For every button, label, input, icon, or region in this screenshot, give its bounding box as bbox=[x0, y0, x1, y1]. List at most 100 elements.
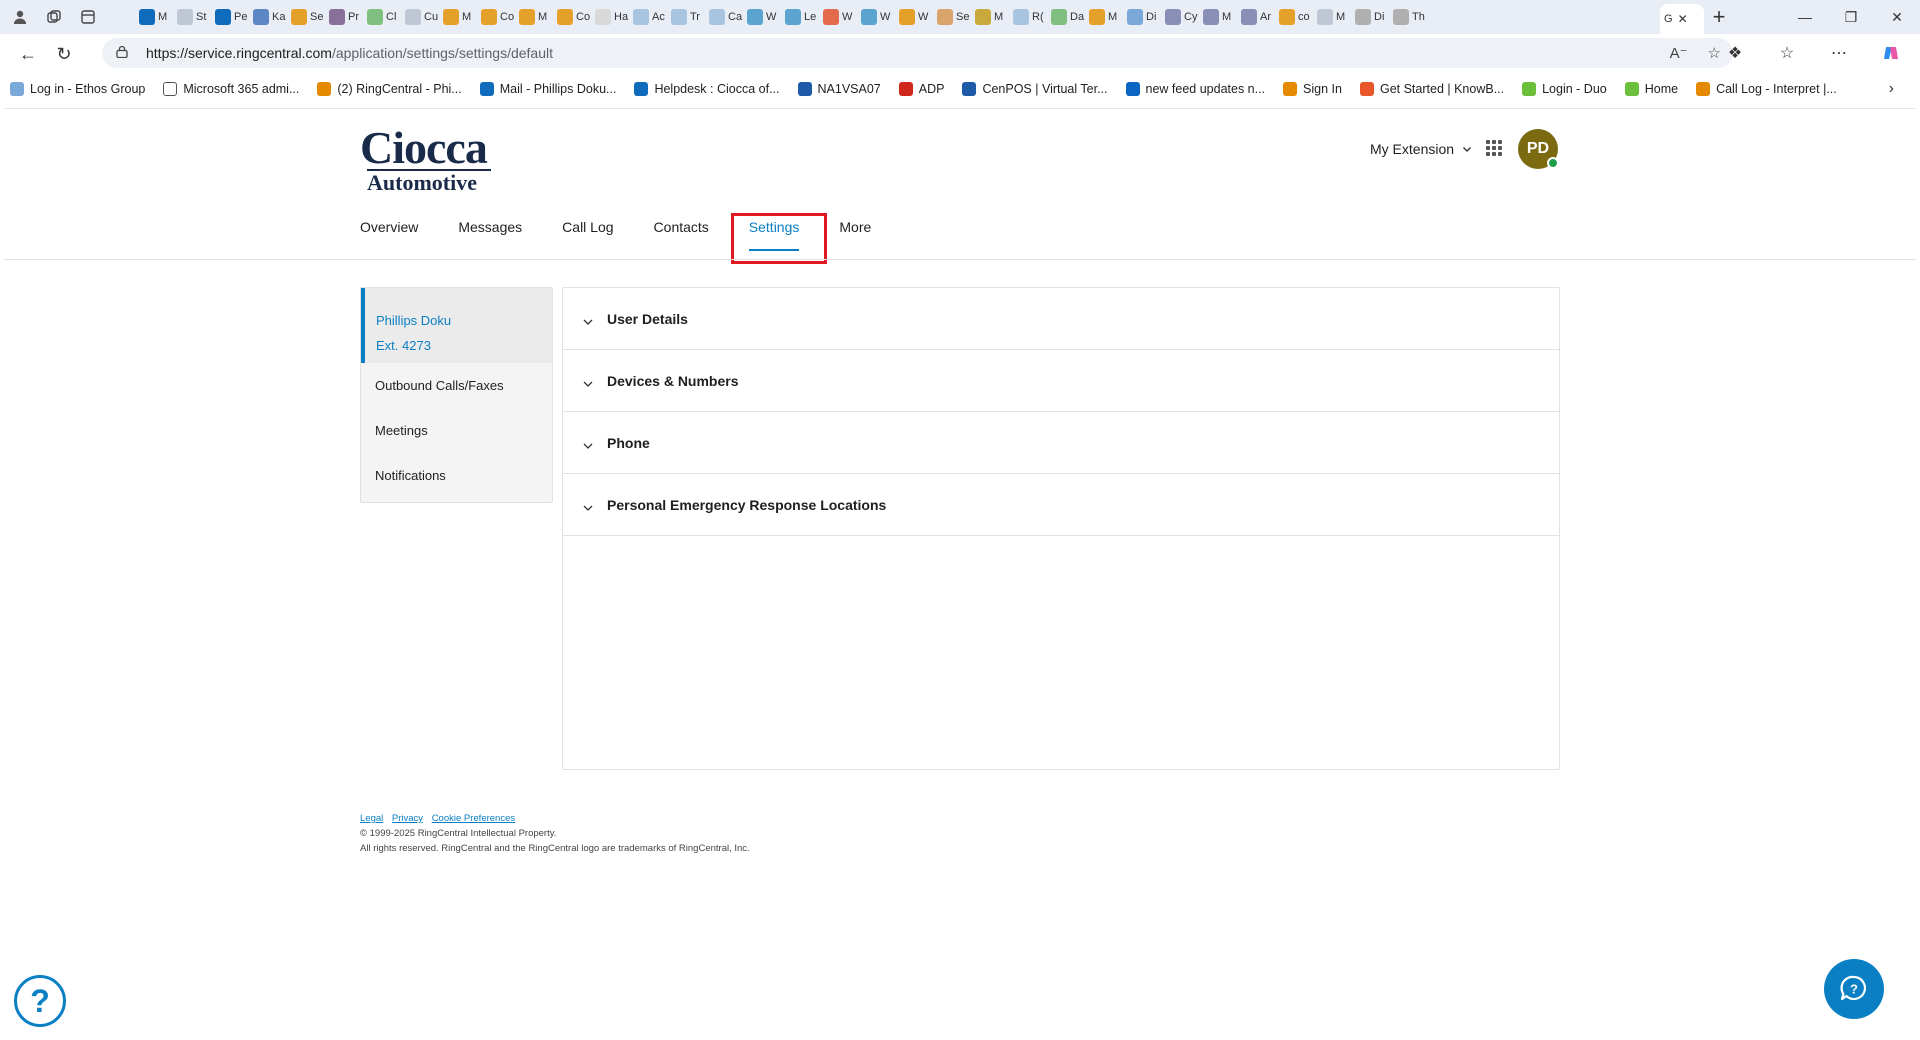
browser-tab[interactable]: Ka bbox=[249, 4, 287, 30]
nav-tab-messages[interactable]: Messages bbox=[458, 219, 522, 259]
nav-tab-contacts[interactable]: Contacts bbox=[654, 219, 709, 259]
minimize-icon[interactable]: — bbox=[1782, 0, 1828, 34]
tab-favicon-icon bbox=[481, 9, 497, 25]
browser-tab[interactable]: co bbox=[1275, 4, 1313, 30]
browser-tab[interactable]: W bbox=[895, 4, 933, 30]
favorites-icon[interactable]: ☆ bbox=[1772, 38, 1802, 68]
browser-tab[interactable]: Ca bbox=[705, 4, 743, 30]
more-menu-icon[interactable]: ⋯ bbox=[1824, 38, 1854, 68]
bookmark-item[interactable]: Log in - Ethos Group bbox=[10, 82, 145, 96]
browser-tab[interactable]: Pe bbox=[211, 4, 249, 30]
sidebar-item-outbound-calls[interactable]: Outbound Calls/Faxes bbox=[361, 363, 552, 408]
browser-tab[interactable]: Cl bbox=[363, 4, 401, 30]
browser-tab[interactable]: Th bbox=[1389, 4, 1427, 30]
browser-tab[interactable]: M bbox=[1085, 4, 1123, 30]
vertical-tabs-icon[interactable] bbox=[78, 7, 98, 27]
browser-tab[interactable]: Cu bbox=[401, 4, 439, 30]
tab-favicon-icon bbox=[785, 9, 801, 25]
tab-title: Pe bbox=[234, 11, 248, 23]
new-tab-button[interactable]: + bbox=[1704, 2, 1734, 32]
browser-tab[interactable]: Co bbox=[477, 4, 515, 30]
bookmark-item[interactable]: CenPOS | Virtual Ter... bbox=[962, 82, 1108, 96]
bookmark-item[interactable]: Get Started | KnowB... bbox=[1359, 82, 1504, 96]
browser-tab[interactable]: Se bbox=[287, 4, 325, 30]
bookmark-label: Helpdesk : Ciocca of... bbox=[654, 82, 780, 96]
legal-link[interactable]: Legal bbox=[360, 813, 383, 824]
section-user-details[interactable]: User Details bbox=[563, 288, 1559, 350]
bookmark-item[interactable]: ADP bbox=[898, 82, 944, 96]
browser-tab[interactable]: R( bbox=[1009, 4, 1047, 30]
sidebar-item-user[interactable]: Phillips Doku Ext. 4273 bbox=[361, 288, 552, 363]
browser-tab[interactable]: W bbox=[743, 4, 781, 30]
bookmark-item[interactable]: Mail - Phillips Doku... bbox=[479, 82, 616, 96]
bookmark-item[interactable]: new feed updates n... bbox=[1125, 82, 1265, 96]
read-aloud-icon[interactable]: A⁻ bbox=[1670, 44, 1688, 62]
chat-support-button[interactable]: ? bbox=[1824, 959, 1884, 1019]
browser-tab[interactable]: Co bbox=[553, 4, 591, 30]
browser-tab[interactable]: M bbox=[135, 4, 173, 30]
profile-icon[interactable] bbox=[10, 7, 30, 27]
browser-tab[interactable]: Tr bbox=[667, 4, 705, 30]
browser-tab[interactable]: Ha bbox=[591, 4, 629, 30]
tab-title: Ka bbox=[272, 11, 286, 23]
browser-tab[interactable]: M bbox=[1313, 4, 1351, 30]
browser-tab[interactable]: Di bbox=[1351, 4, 1389, 30]
nav-tab-overview[interactable]: Overview bbox=[360, 219, 418, 259]
avatar[interactable]: PD bbox=[1518, 129, 1559, 169]
svg-text:?: ? bbox=[1850, 982, 1858, 997]
browser-tab[interactable]: Da bbox=[1047, 4, 1085, 30]
nav-tab-call-log[interactable]: Call Log bbox=[562, 219, 613, 259]
privacy-link[interactable]: Privacy bbox=[392, 813, 423, 824]
company-logo[interactable]: Ciocca Automotive bbox=[360, 125, 495, 195]
sidebar-item-notifications[interactable]: Notifications bbox=[361, 453, 552, 498]
browser-tab[interactable]: Ac bbox=[629, 4, 667, 30]
bookmark-item[interactable]: Microsoft 365 admi... bbox=[163, 82, 299, 96]
browser-tab[interactable]: Le bbox=[781, 4, 819, 30]
browser-tab[interactable]: Cy bbox=[1161, 4, 1199, 30]
app-launcher-icon[interactable] bbox=[1486, 140, 1502, 156]
section-emergency-locations[interactable]: Personal Emergency Response Locations bbox=[563, 474, 1559, 536]
site-info-icon[interactable] bbox=[116, 45, 130, 61]
tab-title: Cy bbox=[1184, 11, 1198, 23]
browser-tab[interactable]: Ar bbox=[1237, 4, 1275, 30]
bookmark-item[interactable]: Call Log - Interpret |... bbox=[1696, 82, 1837, 96]
browser-tab[interactable]: W bbox=[819, 4, 857, 30]
chevron-down-icon bbox=[583, 376, 593, 387]
url-field[interactable]: https://service.ringcentral.com/applicat… bbox=[102, 38, 1733, 68]
extensions-icon[interactable]: ❖ bbox=[1720, 38, 1750, 68]
help-icon[interactable]: ? bbox=[14, 975, 66, 1027]
close-tab-icon[interactable]: ✕ bbox=[1678, 12, 1688, 26]
browser-tab[interactable]: Di bbox=[1123, 4, 1161, 30]
bookmark-item[interactable]: Login - Duo bbox=[1522, 82, 1607, 96]
bookmark-item[interactable]: Helpdesk : Ciocca of... bbox=[634, 82, 780, 96]
restore-icon[interactable]: ❐ bbox=[1828, 0, 1874, 34]
my-extension-menu[interactable]: My Extension bbox=[1370, 141, 1472, 157]
bookmark-item[interactable]: NA1VSA07 bbox=[797, 82, 881, 96]
close-window-icon[interactable]: ✕ bbox=[1874, 0, 1920, 34]
active-tab[interactable]: G ✕ bbox=[1660, 4, 1704, 34]
browser-tab[interactable]: M bbox=[971, 4, 1009, 30]
copilot-icon[interactable] bbox=[1876, 38, 1906, 68]
bookmark-item[interactable]: Home bbox=[1624, 82, 1678, 96]
cookie-preferences-link[interactable]: Cookie Preferences bbox=[432, 813, 515, 824]
nav-tab-more[interactable]: More bbox=[839, 219, 871, 259]
section-devices-numbers[interactable]: Devices & Numbers bbox=[563, 350, 1559, 412]
sidebar-item-meetings[interactable]: Meetings bbox=[361, 408, 552, 453]
browser-tab[interactable]: M bbox=[439, 4, 477, 30]
refresh-icon[interactable]: ↻ bbox=[46, 36, 82, 72]
bookmark-item[interactable]: Sign In bbox=[1283, 82, 1342, 96]
favorite-star-icon[interactable]: ☆ bbox=[1708, 44, 1721, 62]
section-phone[interactable]: Phone bbox=[563, 412, 1559, 474]
tab-favicon-icon bbox=[519, 9, 535, 25]
browser-tab[interactable]: M bbox=[1199, 4, 1237, 30]
browser-tab[interactable]: Se bbox=[933, 4, 971, 30]
nav-divider bbox=[4, 259, 1916, 260]
bookmark-item[interactable]: (2) RingCentral - Phi... bbox=[317, 82, 462, 96]
bookmarks-overflow-icon[interactable]: › bbox=[1889, 80, 1894, 98]
browser-tab[interactable]: W bbox=[857, 4, 895, 30]
browser-tab[interactable]: St bbox=[173, 4, 211, 30]
browser-tab[interactable]: Pr bbox=[325, 4, 363, 30]
back-icon[interactable]: ← bbox=[10, 36, 46, 72]
browser-tab[interactable]: M bbox=[515, 4, 553, 30]
workspaces-icon[interactable] bbox=[44, 7, 64, 27]
